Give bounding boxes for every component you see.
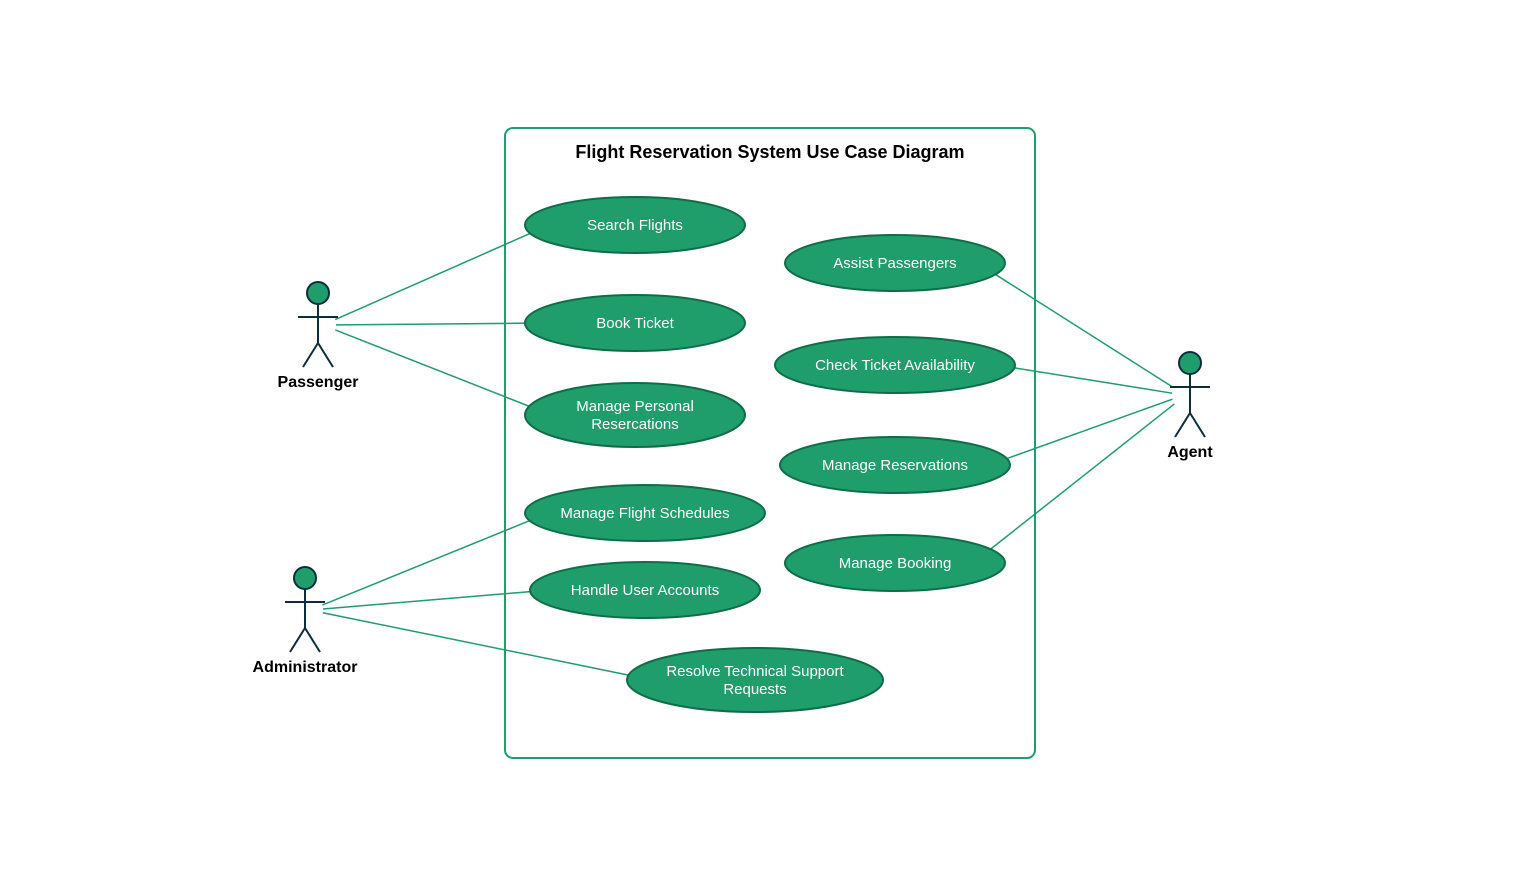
usecase-label: Search Flights bbox=[587, 217, 683, 234]
connector-line bbox=[322, 521, 529, 605]
usecase-manage_booking: Manage Booking bbox=[785, 535, 1005, 591]
usecase-ellipse bbox=[627, 648, 883, 712]
actor-label: Passenger bbox=[278, 374, 359, 391]
actor-label: Agent bbox=[1167, 444, 1213, 461]
usecase-check_avail: Check Ticket Availability bbox=[775, 337, 1015, 393]
actor-leg-icon bbox=[1175, 413, 1190, 437]
usecase-search_flights: Search Flights bbox=[525, 197, 745, 253]
actor-head-icon bbox=[1179, 352, 1201, 374]
usecase-handle_accounts: Handle User Accounts bbox=[530, 562, 760, 618]
actor-head-icon bbox=[294, 567, 316, 589]
usecase-ellipse bbox=[525, 383, 745, 447]
usecase-label: Manage PersonalResercations bbox=[576, 398, 694, 433]
actor-leg-icon bbox=[1190, 413, 1205, 437]
usecase-book_ticket: Book Ticket bbox=[525, 295, 745, 351]
actor-leg-icon bbox=[303, 343, 318, 367]
connector-line bbox=[323, 613, 629, 675]
system-title: Flight Reservation System Use Case Diagr… bbox=[575, 142, 964, 162]
connector-line bbox=[995, 274, 1173, 387]
usecase-label: Manage Reservations bbox=[822, 457, 968, 474]
connectors-layer bbox=[322, 233, 1174, 675]
usecase-label: Handle User Accounts bbox=[571, 582, 719, 599]
usecase-manage_schedules: Manage Flight Schedules bbox=[525, 485, 765, 541]
connector-line bbox=[335, 233, 530, 319]
connector-line bbox=[991, 404, 1175, 549]
actor-label: Administrator bbox=[253, 659, 358, 676]
usecase-label: Book Ticket bbox=[596, 315, 674, 332]
actor-passenger: Passenger bbox=[278, 282, 359, 391]
connector-line bbox=[336, 323, 525, 325]
connector-line bbox=[1007, 399, 1173, 458]
usecase-label: Check Ticket Availability bbox=[815, 357, 975, 374]
connector-line bbox=[323, 592, 530, 609]
actors-layer: Passenger Administrator Agent bbox=[253, 282, 1214, 676]
actor-administrator: Administrator bbox=[253, 567, 358, 676]
usecase-label: Manage Booking bbox=[839, 555, 952, 572]
actor-agent: Agent bbox=[1167, 352, 1213, 461]
actor-head-icon bbox=[307, 282, 329, 304]
usecase-manage_personal: Manage PersonalResercations bbox=[525, 383, 745, 447]
actor-leg-icon bbox=[318, 343, 333, 367]
usecase-manage_res: Manage Reservations bbox=[780, 437, 1010, 493]
usecase-label: Assist Passengers bbox=[833, 255, 956, 272]
usecase-resolve_support: Resolve Technical SupportRequests bbox=[627, 648, 883, 712]
usecase-assist_passengers: Assist Passengers bbox=[785, 235, 1005, 291]
usecases-layer: Search Flights Book Ticket Manage Personal… bbox=[525, 197, 1015, 712]
actor-leg-icon bbox=[290, 628, 305, 652]
use-case-diagram-svg: Flight Reservation System Use Case Diagr… bbox=[0, 0, 1516, 872]
actor-leg-icon bbox=[305, 628, 320, 652]
diagram-canvas: Flight Reservation System Use Case Diagr… bbox=[0, 0, 1516, 872]
connector-line bbox=[335, 330, 529, 406]
usecase-label: Manage Flight Schedules bbox=[560, 505, 729, 522]
